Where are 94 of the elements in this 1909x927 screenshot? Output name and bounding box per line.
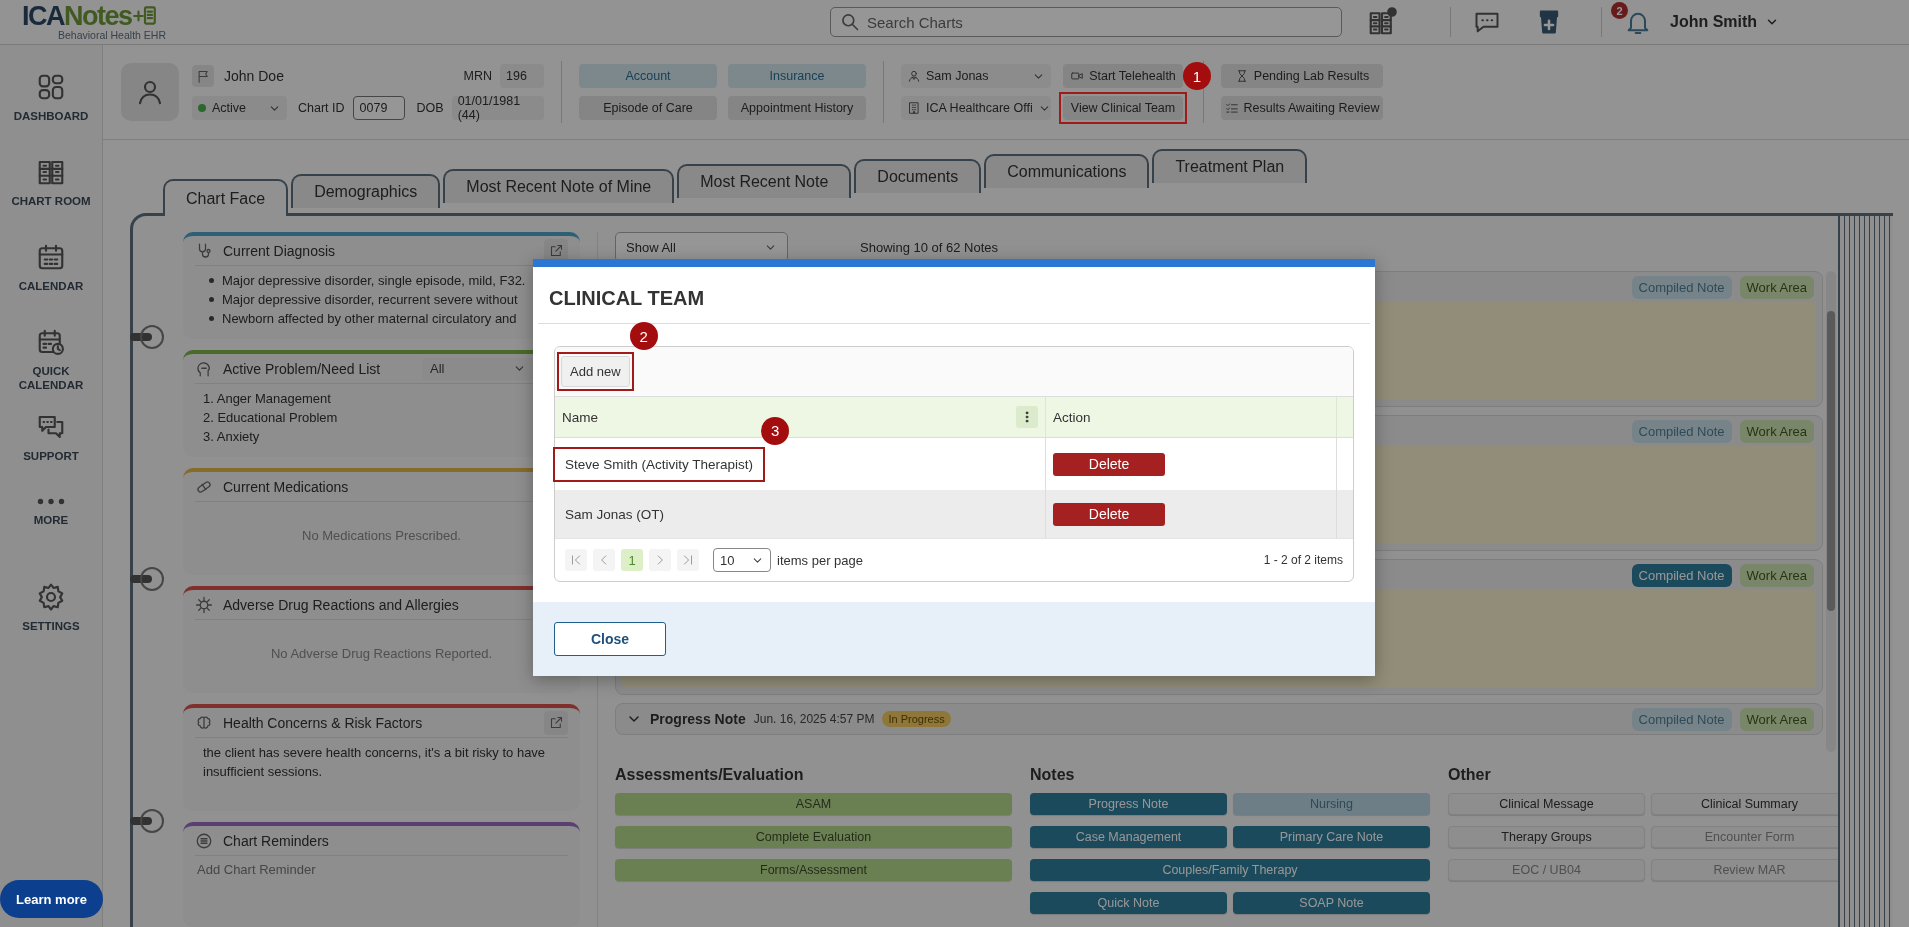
column-header: Name xyxy=(562,409,598,425)
learn-more-button[interactable]: Learn more xyxy=(0,880,103,918)
quick-button[interactable]: Primary Care Note xyxy=(1233,826,1430,848)
tab[interactable]: Chart Face xyxy=(163,179,289,216)
card-text: the client has severe health concerns, it's a bit risky to have insufficient sessions. xyxy=(203,744,547,781)
sidebar-item[interactable]: MORE xyxy=(0,497,102,582)
quick-button[interactable]: Clinical Message xyxy=(1448,793,1645,815)
card-title: Current Medications xyxy=(223,478,349,495)
status-tag: In Progress xyxy=(882,711,951,727)
tab[interactable]: Most Recent Note of Mine xyxy=(443,169,675,203)
group-heading: Assessments/Evaluation xyxy=(615,766,805,784)
status-select[interactable]: Active xyxy=(192,96,287,120)
tab[interactable]: Most Recent Note xyxy=(677,164,852,198)
select-field[interactable]: Sam Jonas xyxy=(901,64,1051,88)
card-title: Adverse Drug Reactions and Allergies xyxy=(223,596,459,613)
sidebar-item[interactable]: SUPPORT xyxy=(0,412,102,497)
work-area-button[interactable]: Work Area xyxy=(1739,563,1814,587)
chart-id-label: Chart ID xyxy=(298,101,345,115)
note-date: Jun. 16, 2025 4:57 PM xyxy=(753,712,875,726)
diagnosis-item: Newborn affected by other maternal circulatory and xyxy=(222,310,517,328)
quick-button[interactable]: Complete Evaluation xyxy=(615,826,1012,848)
select-field[interactable]: ICA Healthcare Offi xyxy=(901,96,1051,120)
delete-button[interactable]: Delete xyxy=(1053,452,1165,476)
chart-button[interactable]: Account xyxy=(579,64,717,88)
page-summary: 1 - 2 of 2 items xyxy=(1263,553,1343,567)
problem-item: 1. Anger Management xyxy=(203,390,332,408)
tab[interactable]: Communications xyxy=(984,154,1150,188)
compiled-note-button[interactable]: Compiled Note xyxy=(1631,275,1732,299)
column-header: Action xyxy=(1053,409,1091,425)
quick-button[interactable]: Case Management xyxy=(1030,826,1227,848)
user-menu[interactable]: John Smith xyxy=(1670,13,1780,31)
notes-count: Showing 10 of 62 Notes xyxy=(860,239,999,255)
logo-text: ICANotes xyxy=(22,3,132,29)
chart-id-field[interactable]: 0079 xyxy=(352,96,405,120)
close-button[interactable]: Close xyxy=(554,622,666,656)
tab[interactable]: Documents xyxy=(854,159,982,193)
diagnosis-item: Major depressive disorder, single episode, mild, F32. xyxy=(222,272,526,290)
lab-button[interactable]: Pending Lab Results xyxy=(1221,64,1383,88)
card-title: Active Problem/Need List xyxy=(223,360,381,377)
add-new-button[interactable]: Add new xyxy=(561,356,630,387)
work-area-button[interactable]: Work Area xyxy=(1739,419,1814,443)
sidebar-item[interactable]: CALENDAR xyxy=(0,242,102,327)
quick-button[interactable]: ASAM xyxy=(615,793,1012,815)
compiled-note-button[interactable]: Compiled Note xyxy=(1631,419,1732,443)
compiled-note-button[interactable]: Compiled Note xyxy=(1631,707,1732,731)
compiled-note-button[interactable]: Compiled Note xyxy=(1631,563,1732,587)
quick-button[interactable]: SOAP Note xyxy=(1233,892,1430,914)
quick-button[interactable]: Therapy Groups xyxy=(1448,826,1645,848)
note-title: Progress Note xyxy=(650,711,746,727)
tab[interactable]: Treatment Plan xyxy=(1152,149,1308,183)
table-cell: Sam Jonas (OT) xyxy=(565,506,665,522)
chart-button[interactable]: Appointment History xyxy=(728,96,866,120)
empty-message: No Adverse Drug Reactions Reported. xyxy=(269,645,494,663)
table-cell: Steve Smith (Activity Therapist) xyxy=(565,456,754,472)
page-size-select[interactable]: 10 xyxy=(713,548,771,572)
chart-button[interactable]: Insurance xyxy=(728,64,866,88)
work-area-button[interactable]: Work Area xyxy=(1739,275,1814,299)
group-heading: Notes xyxy=(1030,766,1076,784)
diagnosis-item: Major depressive disorder, recurrent severe without xyxy=(222,291,518,309)
quick-button[interactable]: Forms/Assessment xyxy=(615,859,1012,881)
chart-button[interactable]: Episode of Care xyxy=(579,96,717,120)
quick-button[interactable]: Progress Note xyxy=(1030,793,1227,815)
notes-filter-select[interactable]: Show All xyxy=(615,232,788,262)
problem-item: 3. Anxiety xyxy=(203,428,261,446)
card-title: Chart Reminders xyxy=(223,832,329,849)
logo-tagline: Behavioral Health EHR xyxy=(58,29,166,41)
quick-button[interactable]: Couples/Family Therapy xyxy=(1030,859,1430,881)
mrn-value: 196 xyxy=(500,64,544,88)
mrn-label: MRN xyxy=(463,69,492,83)
tab[interactable]: Demographics xyxy=(291,174,441,208)
group-heading: Other xyxy=(1448,766,1492,784)
page-size-label: items per page xyxy=(777,552,863,568)
card-title: Health Concerns & Risk Factors xyxy=(223,714,423,731)
dialog-title: CLINICAL TEAM xyxy=(548,286,706,311)
empty-message: No Medications Prescribed. xyxy=(301,527,462,545)
delete-button[interactable]: Delete xyxy=(1053,502,1165,526)
quick-button[interactable]: Quick Note xyxy=(1030,892,1227,914)
card-title: Current Diagnosis xyxy=(223,242,336,259)
page-button[interactable]: 1 xyxy=(621,549,643,571)
action-button[interactable]: Start Telehealth xyxy=(1063,64,1183,88)
sidebar-item[interactable]: QUICK CALENDAR xyxy=(0,327,102,412)
search-field[interactable]: Search Charts xyxy=(830,7,1342,37)
sidebar-item[interactable]: DASHBOARD xyxy=(0,72,102,157)
action-button[interactable]: View Clinical Team xyxy=(1063,96,1183,120)
sidebar-item[interactable]: CHART ROOM xyxy=(0,157,102,242)
notification-count: 2 xyxy=(1611,2,1628,19)
sidebar-item[interactable]: SETTINGS xyxy=(0,582,102,667)
work-area-button[interactable]: Work Area xyxy=(1739,707,1814,731)
problem-item: 2. Educational Problem xyxy=(203,409,339,427)
patient-name: John Doe xyxy=(224,68,284,84)
lab-button[interactable]: Results Awaiting Review xyxy=(1221,96,1383,120)
dob-value: 01/01/1981 (44) xyxy=(451,96,544,120)
reminder-field[interactable]: Add Chart Reminder xyxy=(195,858,568,918)
dob-label: DOB xyxy=(416,101,444,115)
